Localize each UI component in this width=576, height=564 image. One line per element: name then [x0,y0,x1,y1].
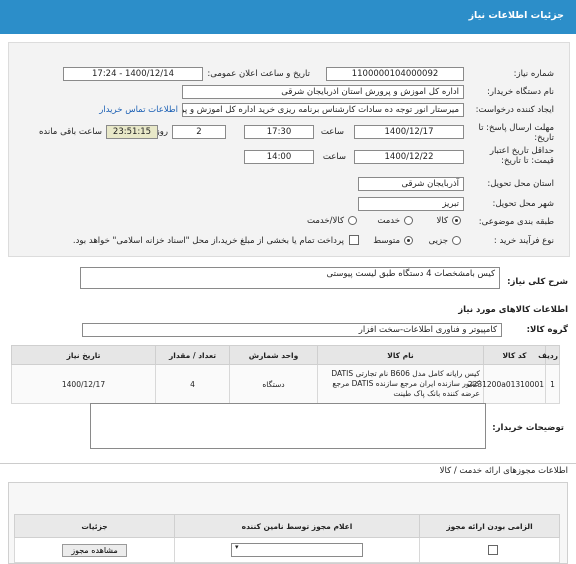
chevron-down-icon: ▾ [235,543,239,551]
items-table: ردیف کد کالا نام کالا واحد شمارش تعداد /… [11,345,560,404]
valid-time-label: ساعت [322,152,346,162]
province-field[interactable]: آذربایجان شرقی [358,177,464,191]
col-row-header: ردیف [538,345,560,365]
page-title: جزئیات اطلاعات نیاز [468,10,564,21]
items-table-header-row: ردیف کد کالا نام کالا واحد شمارش تعداد /… [11,345,560,365]
treasury-payment-checkbox[interactable] [349,235,359,245]
goods-group-label: گروه کالا: [526,325,568,335]
creator-field[interactable]: میرستار انور توجه ده سادات کارشناس برنام… [182,103,464,117]
category-both-label: کالا/خدمت [307,216,344,226]
col-name-header: نام کالا [317,345,484,365]
table-row[interactable]: 1 2231200a01310001 کیس رایانه کامل مدل B… [11,364,560,404]
category-goods-radio[interactable] [452,216,461,225]
process-medium-radio[interactable] [404,236,413,245]
process-medium-label: متوسط [373,236,400,246]
need-number-field[interactable]: 1100000104000092 [326,67,464,81]
valid-time-field[interactable]: 14:00 [244,150,314,164]
category-service-radio[interactable] [404,216,413,225]
license-table: الزامی بودن ارائه مجوز اعلام مجوز توسط ن… [14,514,560,563]
city-field[interactable]: تبریز [358,197,464,211]
buyer-contact-link[interactable]: اطلاعات تماس خریدار [99,105,178,115]
license-declare-cell: ▾ [174,537,420,563]
days-field[interactable]: 2 [172,125,226,139]
license-required-cell [419,537,560,563]
license-declare-select[interactable]: ▾ [231,543,363,557]
announce-field[interactable]: 1400/12/14 - 17:24 [63,67,203,81]
items-table-wrap: ردیف کد کالا نام کالا واحد شمارش تعداد /… [11,345,560,404]
category-both-radio[interactable] [348,216,357,225]
license-row: ▾ مشاهده مجوز [14,537,560,563]
license-table-wrap: الزامی بودن ارائه مجوز اعلام مجوز توسط ن… [14,514,560,563]
summary-label: شرح کلی نیاز: [507,277,568,287]
col-date-header: تاریخ نیاز [11,345,156,365]
license-declare-header: اعلام مجوز توسط نامین کننده [174,514,420,538]
col-qty-header: تعداد / مقدار [155,345,230,365]
license-required-checkbox[interactable] [488,544,498,555]
item-unit-cell: دستگاه [229,364,318,404]
license-details-header: جزئیات [14,514,175,538]
license-section-title: اطلاعات مجوزهای ارائه خدمت / کالا [439,466,568,476]
buyer-notes-box [90,403,486,449]
category-service-label: خدمت [377,216,400,226]
item-qty-cell: 4 [155,364,230,404]
process-minor-label: جزیی [428,236,448,246]
item-code-cell: 2231200a01310001 [468,364,546,404]
license-details-cell: مشاهده مجوز [14,537,175,563]
category-goods-label: کالا [436,216,448,226]
need-number-label: شماره نیاز: [513,69,554,79]
item-date-cell: 1400/12/17 [11,364,156,404]
goods-group-field: کامپیوتر و فناوری اطلاعات-سخت افزار [82,323,502,337]
row-number-cell: 1 [545,364,560,404]
view-license-button[interactable]: مشاهده مجوز [62,543,127,557]
valid-date-field[interactable]: 1400/12/22 [354,150,464,164]
goods-section-title: اطلاعات کالاهای مورد نیاز [458,305,568,315]
buyer-notes-label: توضیحات خریدار: [492,423,564,433]
creator-label: ایجاد کننده درخواست: [475,105,554,115]
payment-note: پرداخت تمام یا بخشی از مبلغ خرید،از محل … [72,236,344,246]
remaining-label: ساعت باقی مانده [38,127,102,137]
summary-field: کیس بامشخصات 4 دستگاه طبق لیست پیوستی [80,267,500,289]
buyer-org-label: نام دستگاه خریدار: [487,87,554,97]
announce-label: تاریخ و ساعت اعلان عمومی: [207,69,310,79]
process-minor-radio[interactable] [452,236,461,245]
process-label: نوع فرآیند خرید : [493,236,554,246]
min-valid-label: حداقل تاریخ اعتبار قیمت: تا تاریخ: [489,146,554,166]
page-header: جزئیات اطلاعات نیاز [0,0,576,34]
section-divider [0,463,576,464]
item-name-cell: کیس رایانه کامل مدل B606 نام تجارتی DATI… [317,364,484,404]
city-label: شهر محل تحویل: [492,199,554,209]
send-time-field[interactable]: 17:30 [244,125,314,139]
category-label: طبقه بندی موضوعی: [478,217,554,227]
license-required-header: الزامی بودن ارائه مجوز [419,514,560,538]
col-unit-header: واحد شمارش [229,345,318,365]
send-time-label: ساعت [320,127,344,137]
remaining-time-field: 23:51:15 [106,125,158,139]
send-deadline-label: مهلت ارسال پاسخ: تا تاریخ: [478,123,554,143]
license-header-row: الزامی بودن ارائه مجوز اعلام مجوز توسط ن… [14,514,560,538]
buyer-org-field[interactable]: اداره کل اموزش و پرورش استان اذربایجان ش… [182,85,464,99]
col-code-header: کد کالا [483,345,546,365]
send-date-field[interactable]: 1400/12/17 [354,125,464,139]
province-label: استان محل تحویل: [487,179,554,189]
